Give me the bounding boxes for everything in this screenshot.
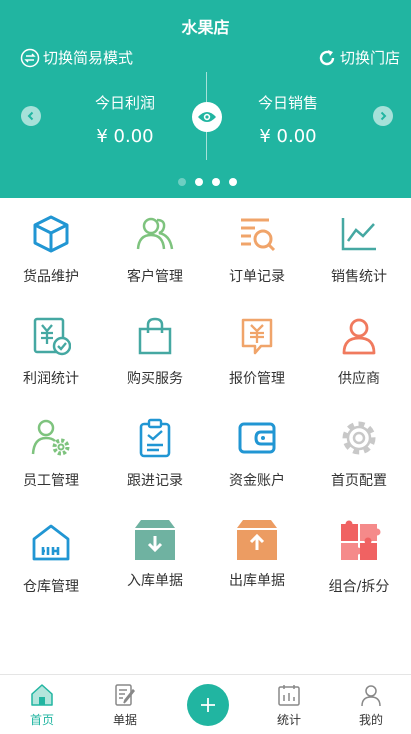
store-title: 水果店 — [181, 18, 230, 37]
carousel-next-button[interactable] — [373, 106, 393, 126]
outbound-box-icon — [237, 520, 277, 560]
menu-item-sales-stats[interactable]: 销售统计 — [308, 198, 410, 300]
users-icon — [136, 217, 174, 250]
gear-icon — [342, 421, 376, 455]
menu-item-combine-split[interactable]: 组合/拆分 — [308, 504, 410, 606]
menu-label: 货品维护 — [23, 269, 79, 285]
switch-simple-mode-button[interactable]: 切换简易模式 — [20, 47, 133, 68]
supplier-person-icon — [342, 318, 376, 355]
plus-icon — [201, 698, 215, 712]
menu-label: 订单记录 — [229, 269, 285, 285]
menu-item-home-config[interactable]: 首页配置 — [308, 402, 410, 504]
menu-label: 入库单据 — [127, 573, 183, 589]
tab-statistics-label: 统计 — [276, 713, 301, 727]
carousel-prev-button[interactable] — [21, 106, 41, 126]
menu-label: 报价管理 — [229, 371, 285, 387]
menu-item-products[interactable]: 货品维护 — [0, 198, 102, 300]
menu-label: 供应商 — [338, 371, 380, 387]
quote-yen-icon — [241, 318, 273, 355]
clipboard-check-icon — [139, 418, 171, 458]
cube-icon — [33, 215, 69, 253]
document-edit-icon — [115, 684, 136, 706]
tab-documents-label: 单据 — [112, 713, 137, 727]
today-sales-stat: 今日销售 ¥ 0.00 — [218, 92, 358, 147]
carousel-dot[interactable] — [195, 178, 203, 186]
inbound-box-icon — [135, 520, 175, 560]
menu-item-funds-account[interactable]: 资金账户 — [206, 402, 308, 504]
home-icon — [31, 684, 53, 706]
menu-item-customers[interactable]: 客户管理 — [104, 198, 206, 300]
menu-item-quotes[interactable]: 报价管理 — [206, 300, 308, 402]
tab-mine-label: 我的 — [358, 713, 383, 727]
menu-item-outbound[interactable]: 出库单据 — [206, 504, 308, 606]
carousel-dots — [178, 178, 246, 186]
profit-doc-icon — [33, 317, 71, 356]
tab-home-label: 首页 — [29, 713, 54, 727]
carousel-dot[interactable] — [212, 178, 220, 186]
carousel-dot[interactable] — [178, 178, 186, 186]
menu-item-purchase-service[interactable]: 购买服务 — [104, 300, 206, 402]
switch-store-button[interactable]: 切换门店 — [317, 47, 400, 68]
wallet-icon — [238, 422, 276, 454]
today-profit-value: ¥ 0.00 — [96, 126, 154, 147]
menu-label: 组合/拆分 — [328, 579, 390, 595]
swap-icon — [20, 48, 40, 67]
menu-label: 跟进记录 — [127, 473, 183, 489]
today-profit-stat: 今日利润 ¥ 0.00 — [55, 92, 195, 147]
today-profit-label: 今日利润 — [94, 94, 155, 112]
menu-item-profit-stats[interactable]: 利润统计 — [0, 300, 102, 402]
tab-statistics[interactable]: 统计 — [259, 675, 319, 734]
menu-item-staff[interactable]: 员工管理 — [0, 402, 102, 504]
menu-label: 利润统计 — [23, 371, 79, 387]
shopping-bag-icon — [138, 317, 172, 355]
menu-label: 销售统计 — [331, 269, 387, 285]
tab-mine[interactable]: 我的 — [341, 675, 401, 734]
switch-simple-mode-label: 切换简易模式 — [43, 49, 134, 67]
menu-label: 资金账户 — [229, 473, 285, 489]
tab-home[interactable]: 首页 — [12, 675, 72, 734]
today-sales-label: 今日销售 — [257, 94, 318, 112]
switch-store-label: 切换门店 — [339, 49, 400, 67]
chevron-right-icon — [380, 111, 387, 121]
menu-label: 员工管理 — [23, 473, 79, 489]
user-icon — [361, 685, 381, 707]
menu-label: 客户管理 — [127, 269, 183, 285]
menu-item-inbound[interactable]: 入库单据 — [104, 504, 206, 606]
menu-label: 仓库管理 — [23, 579, 79, 595]
staff-gear-icon — [31, 419, 70, 456]
line-chart-icon — [341, 218, 376, 251]
today-sales-value: ¥ 0.00 — [259, 126, 317, 147]
menu-item-follow-up[interactable]: 跟进记录 — [104, 402, 206, 504]
menu-item-warehouse[interactable]: 仓库管理 — [0, 504, 102, 606]
carousel-dot[interactable] — [229, 178, 237, 186]
eye-icon — [198, 112, 216, 122]
order-search-icon — [241, 218, 276, 252]
puzzle-icon — [341, 520, 381, 560]
tab-documents[interactable]: 单据 — [95, 675, 155, 734]
menu-item-orders[interactable]: 订单记录 — [206, 198, 308, 300]
dashboard-header: 水果店 切换简易模式 切换门店 今日利润 ¥ 0.00 今日销售 ¥ 0.00 — [0, 0, 411, 198]
menu-label: 购买服务 — [127, 371, 183, 387]
chevron-left-icon — [27, 111, 34, 121]
menu-label: 出库单据 — [229, 573, 285, 589]
menu-item-suppliers[interactable]: 供应商 — [308, 300, 410, 402]
refresh-icon — [319, 49, 335, 65]
menu-label: 首页配置 — [331, 473, 387, 489]
warehouse-icon — [32, 524, 70, 561]
calendar-chart-icon — [278, 685, 300, 706]
add-button[interactable] — [187, 684, 229, 726]
